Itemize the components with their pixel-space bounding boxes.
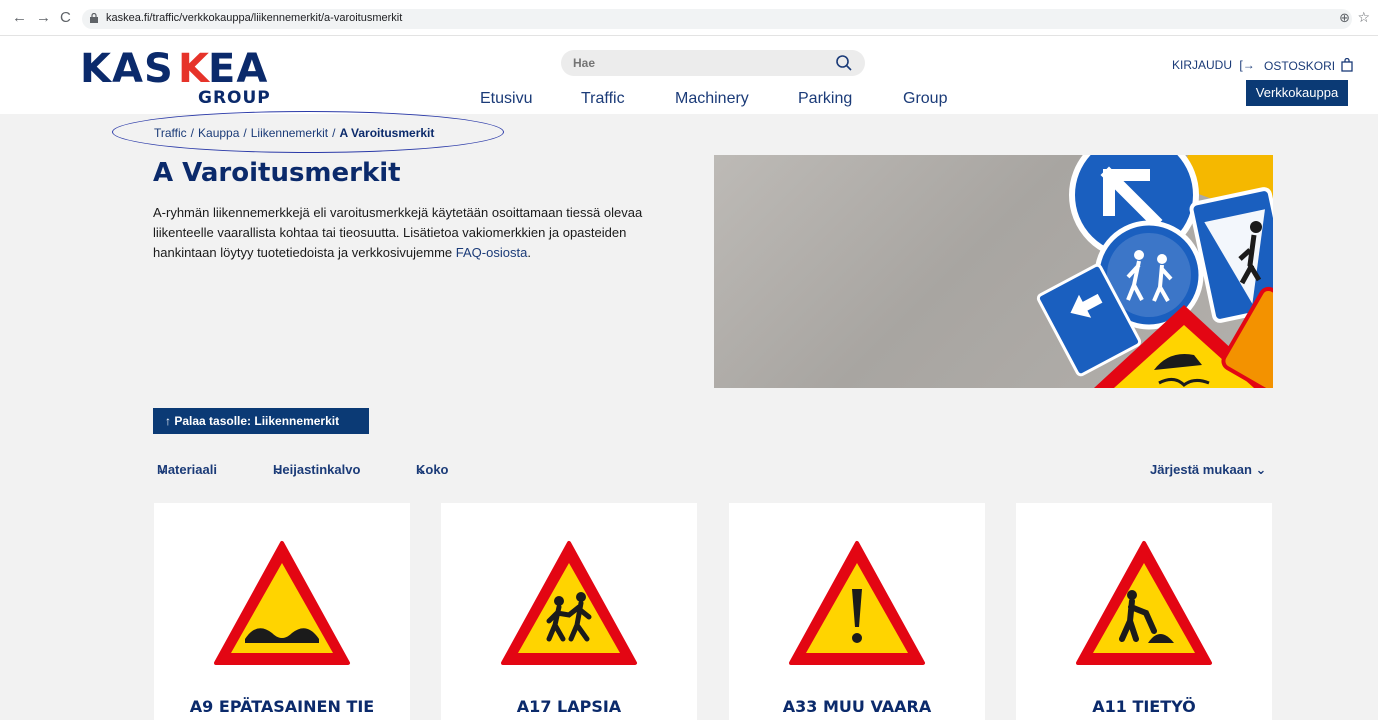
nav-item-machinery[interactable]: Machinery — [675, 90, 749, 108]
svg-text:GROUP: GROUP — [198, 88, 271, 106]
chevron-down-icon: ⌄ — [1255, 462, 1267, 477]
product-title[interactable]: A11 TIETYÖ — [1016, 697, 1272, 716]
sort-label: Järjestä mukaan — [1150, 462, 1252, 477]
login-icon: [→ — [1239, 58, 1255, 72]
nav-item-group[interactable]: Group — [903, 90, 947, 108]
shopping-bag-icon — [1341, 57, 1354, 72]
zoom-icon[interactable]: ⊕ — [1339, 10, 1350, 26]
product-title[interactable]: A9 EPÄTASAINEN TIE — [154, 697, 410, 716]
hero-image-traffic-signs — [714, 155, 1273, 388]
back-button-label: Palaa tasolle: Liikennemerkit — [174, 414, 340, 428]
product-card[interactable]: A33 MUU VAARA — [729, 503, 985, 720]
svg-text:EA: EA — [208, 48, 268, 92]
login-link[interactable]: KIRJAUDU [→ — [1172, 58, 1255, 72]
svg-text:KAS: KAS — [80, 48, 174, 92]
cart-link[interactable]: OSTOSKORI — [1264, 57, 1354, 73]
uneven-road-sign-icon — [214, 541, 350, 665]
nav-item-parking[interactable]: Parking — [798, 90, 852, 108]
search-input[interactable] — [573, 54, 823, 72]
roadworks-sign-icon — [1076, 541, 1212, 665]
children-sign-icon — [501, 541, 637, 665]
product-card[interactable]: A17 LAPSIA — [441, 503, 697, 720]
product-card[interactable]: A9 EPÄTASAINEN TIE — [154, 503, 410, 720]
chevron-down-icon: ⌄ — [157, 462, 168, 477]
annotation-oval — [112, 111, 504, 153]
cart-label: OSTOSKORI — [1264, 59, 1336, 73]
search-icon[interactable] — [835, 54, 853, 72]
up-arrow-icon: ↑ — [165, 414, 171, 428]
back-to-level-button[interactable]: ↑ Palaa tasolle: Liikennemerkit — [153, 408, 369, 434]
nav-item-traffic[interactable]: Traffic — [581, 90, 625, 108]
url-text: kaskea.fi/traffic/verkkokauppa/liikennem… — [106, 12, 403, 24]
nav-item-etusivu[interactable]: Etusivu — [480, 90, 532, 108]
bookmark-star-icon[interactable]: ☆ — [1357, 9, 1370, 26]
product-title[interactable]: A17 LAPSIA — [441, 697, 697, 716]
kaskea-logo[interactable]: KAS K EA GROUP — [80, 46, 280, 108]
kaskea-logo-mark: KAS K EA GROUP — [80, 46, 271, 108]
faq-link[interactable]: FAQ-osiosta — [456, 245, 528, 260]
forward-arrow-icon[interactable]: → — [36, 10, 51, 26]
chevron-down-icon: ⌄ — [416, 462, 427, 477]
reload-icon[interactable]: C — [60, 10, 71, 26]
sort-dropdown[interactable]: Järjestä mukaan ⌄ — [1150, 462, 1266, 478]
login-label: KIRJAUDU — [1172, 58, 1233, 72]
other-danger-sign-icon — [789, 541, 925, 665]
svg-text:K: K — [178, 48, 211, 92]
site-header: KAS K EA GROUP Etusivu Traffic Machinery… — [0, 36, 1378, 114]
search-box[interactable] — [561, 50, 865, 76]
browser-toolbar: ← → C kaskea.fi/traffic/verkkokauppa/lii… — [0, 0, 1378, 36]
product-title[interactable]: A33 MUU VAARA — [729, 697, 985, 716]
chevron-down-icon: ⌄ — [273, 462, 284, 477]
back-arrow-icon[interactable]: ← — [12, 10, 27, 26]
intro-end: . — [527, 245, 531, 260]
traffic-signs-pile-illustration — [1036, 155, 1273, 388]
webshop-button[interactable]: Verkkokauppa — [1246, 80, 1348, 106]
address-bar[interactable]: kaskea.fi/traffic/verkkokauppa/liikennem… — [82, 9, 1352, 29]
intro-body: A-ryhmän liikennemerkkejä eli varoitusme… — [153, 205, 643, 260]
product-card[interactable]: A11 TIETYÖ — [1016, 503, 1272, 720]
filter-label: Heijastinkalvo — [273, 462, 361, 477]
lock-icon — [90, 13, 98, 23]
page-title: A Varoitusmerkit — [153, 158, 401, 188]
intro-text: A-ryhmän liikennemerkkejä eli varoitusme… — [153, 203, 688, 263]
